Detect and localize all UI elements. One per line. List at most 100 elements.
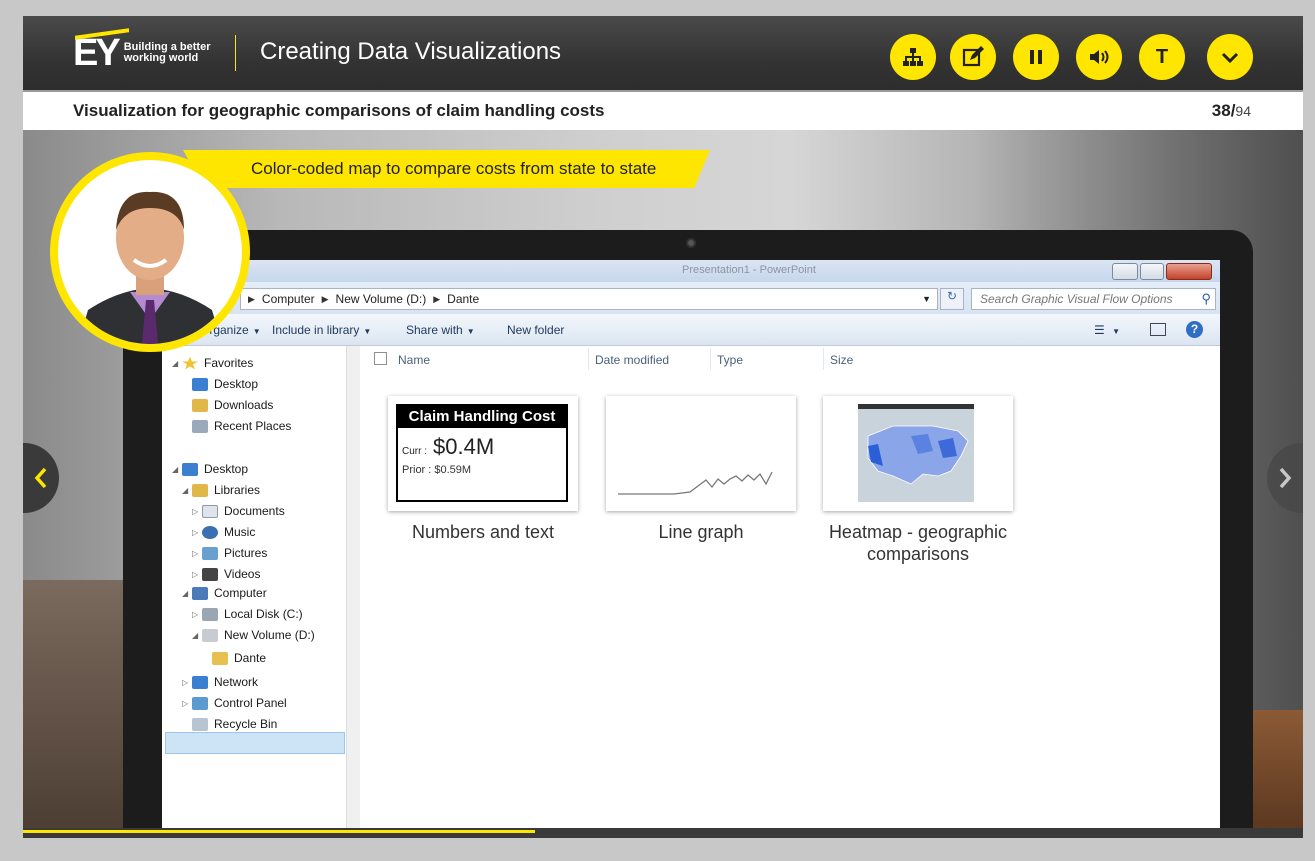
- card-curr-label: Curr :: [402, 446, 427, 457]
- nav-desktop[interactable]: ◢ Desktop: [172, 462, 248, 476]
- ey-logo: EY Building a better working world: [73, 32, 216, 74]
- column-type[interactable]: Type: [717, 353, 743, 367]
- nav-label: Downloads: [214, 398, 274, 412]
- notes-button[interactable]: [950, 34, 996, 80]
- breadcrumb-arrow-icon: ▶: [248, 293, 255, 304]
- view-options-button[interactable]: ☰ ▼: [1094, 323, 1120, 337]
- nav-label: New Volume (D:): [224, 628, 315, 642]
- banner-text: Color-coded map to compare costs from st…: [251, 159, 657, 178]
- breadcrumb-volume[interactable]: New Volume (D:): [336, 292, 427, 306]
- disk-icon: [202, 628, 218, 642]
- search-placeholder: Search Graphic Visual Flow Options: [980, 292, 1173, 306]
- logo-mark: EY: [73, 32, 121, 74]
- search-input[interactable]: Search Graphic Visual Flow Options ⚲: [971, 288, 1216, 310]
- edit-icon: [962, 46, 984, 67]
- nav-label: Computer: [214, 586, 267, 600]
- laptop-screen: Presentation1 - PowerPoint ▶ Computer ▶ …: [162, 260, 1220, 828]
- nav-desktop-favorite[interactable]: Desktop: [192, 377, 258, 391]
- camera-icon: [686, 238, 696, 248]
- file-label-heatmap[interactable]: Heatmap - geographic comparisons: [823, 521, 1013, 565]
- expand-button[interactable]: [1207, 34, 1253, 80]
- column-name[interactable]: Name: [398, 353, 430, 367]
- card-current: Curr : $0.4M: [402, 434, 494, 460]
- progress-fill: [23, 830, 535, 833]
- presenter-illustration: [78, 191, 222, 344]
- nav-favorites[interactable]: ◢ Favorites: [172, 356, 253, 370]
- nav-label: Desktop: [204, 462, 249, 476]
- command-bar: Organize ▼ Include in library ▼ Share with…: [162, 314, 1220, 346]
- nav-pictures[interactable]: ▷ Pictures: [192, 546, 267, 560]
- column-divider: [710, 348, 711, 370]
- file-list: Name Date modified Type Size Claim Handl…: [360, 346, 1220, 828]
- column-date-modified[interactable]: Date modified: [595, 353, 669, 367]
- minimize-button[interactable]: [1112, 263, 1138, 280]
- file-thumbnail-numbers[interactable]: Claim Handling Cost Curr : $0.4M Prior : …: [388, 396, 578, 511]
- nav-downloads[interactable]: Downloads: [192, 398, 273, 412]
- help-icon[interactable]: ?: [1186, 321, 1203, 338]
- previous-slide-button[interactable]: [23, 443, 59, 513]
- nav-network[interactable]: ▷ Network: [182, 675, 258, 689]
- breadcrumb-computer[interactable]: Computer: [262, 292, 315, 306]
- file-thumbnail-line-graph[interactable]: [606, 396, 796, 511]
- nav-dante[interactable]: Dante: [212, 651, 266, 665]
- close-button[interactable]: [1166, 263, 1212, 280]
- breadcrumb-dante[interactable]: Dante: [447, 292, 479, 306]
- volume-icon: [1090, 50, 1109, 64]
- volume-button[interactable]: [1076, 34, 1122, 80]
- nav-label: Dante: [234, 651, 267, 665]
- share-with-label: Share with: [406, 323, 463, 337]
- preview-pane-button[interactable]: [1150, 323, 1166, 336]
- file-thumbnail-heatmap[interactable]: [823, 396, 1013, 511]
- nav-libraries[interactable]: ◢ Libraries: [182, 483, 260, 497]
- page-counter: 38/94: [1212, 101, 1251, 121]
- videos-icon: [202, 567, 218, 581]
- select-all-checkbox[interactable]: [374, 352, 387, 365]
- nav-recycle-bin[interactable]: Recycle Bin: [192, 717, 277, 731]
- search-icon: ⚲: [1201, 291, 1211, 306]
- file-label-line-graph[interactable]: Line graph: [606, 521, 796, 543]
- nav-new-volume[interactable]: ◢ New Volume (D:): [192, 628, 315, 642]
- nav-documents[interactable]: ▷ Documents: [192, 504, 285, 518]
- share-with-menu[interactable]: Share with ▼: [406, 323, 475, 337]
- nav-videos[interactable]: ▷ Videos: [192, 567, 260, 581]
- column-header: Name Date modified Type Size: [360, 346, 1220, 372]
- include-library-label: Include in library: [272, 323, 360, 337]
- nav-label: Control Panel: [214, 696, 287, 710]
- chevron-left-icon: [34, 467, 47, 489]
- nav-label: Favorites: [204, 356, 254, 370]
- nav-control-panel[interactable]: ▷ Control Panel: [182, 696, 287, 710]
- presenter-photo: [58, 160, 242, 344]
- header-bar: EY Building a better working world Creat…: [23, 16, 1303, 92]
- recycle-bin-icon: [192, 717, 208, 731]
- refresh-button[interactable]: ↻: [940, 288, 964, 310]
- transcript-button[interactable]: T: [1139, 34, 1185, 80]
- nav-music[interactable]: ▷ Music: [192, 525, 255, 539]
- address-bar[interactable]: ▶ Computer ▶ New Volume (D:) ▶ Dante ▼: [240, 288, 938, 310]
- slide-stage: Presentation1 - PowerPoint ▶ Computer ▶ …: [23, 130, 1303, 828]
- new-folder-button[interactable]: New folder: [507, 323, 564, 337]
- page-current: 38/: [1211, 101, 1236, 120]
- nav-computer[interactable]: ◢ Computer: [182, 586, 267, 600]
- include-library-menu[interactable]: Include in library ▼: [272, 323, 371, 337]
- nav-local-disk[interactable]: ▷ Local Disk (C:): [192, 607, 303, 621]
- breadcrumb-arrow-icon: ▶: [321, 293, 329, 304]
- pause-button[interactable]: [1013, 34, 1059, 80]
- nav-label: Music: [224, 525, 256, 539]
- selected-highlight: [165, 732, 345, 754]
- new-folder-label: New folder: [507, 323, 565, 337]
- menu-button[interactable]: [890, 34, 936, 80]
- folder-icon: [212, 651, 228, 665]
- column-size[interactable]: Size: [830, 353, 853, 367]
- pictures-icon: [202, 546, 218, 560]
- desktop-icon: [192, 377, 208, 391]
- progress-bar[interactable]: [23, 828, 1303, 838]
- disk-icon: [202, 607, 218, 621]
- header-divider: [235, 35, 236, 71]
- course-title: Creating Data Visualizations: [260, 38, 562, 65]
- file-label-numbers[interactable]: Numbers and text: [388, 521, 578, 543]
- refresh-icon: ↻: [946, 289, 958, 303]
- nav-recent-places[interactable]: Recent Places: [192, 419, 291, 433]
- nav-scrollbar[interactable]: [346, 346, 360, 828]
- maximize-button[interactable]: [1140, 263, 1164, 280]
- address-dropdown-icon[interactable]: ▼: [922, 294, 931, 304]
